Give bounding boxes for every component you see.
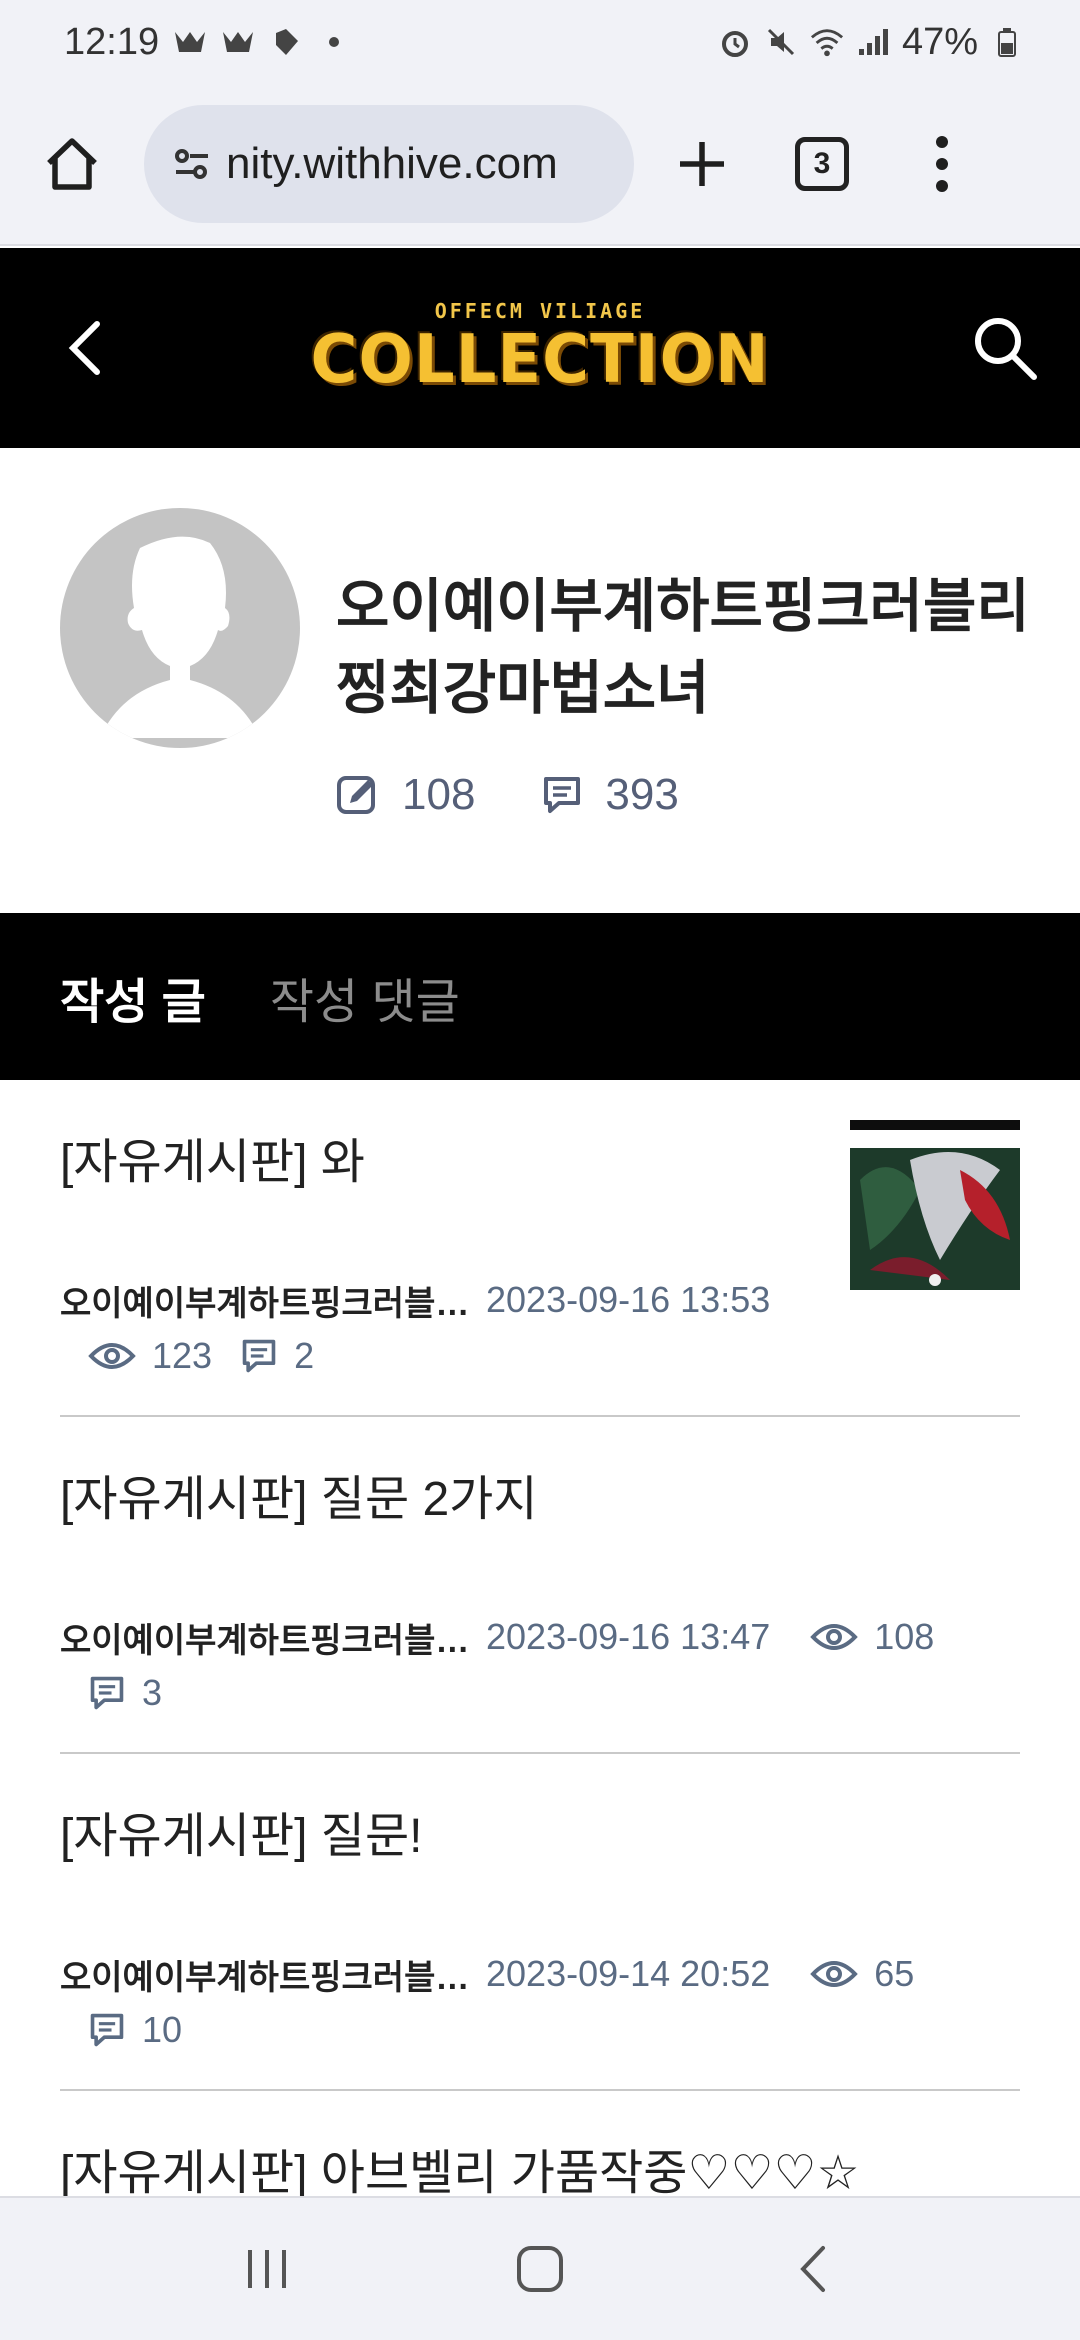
post-count-stat: 108: [336, 770, 475, 820]
comment-count-value: 3: [142, 1672, 163, 1713]
more-notifications-dot-icon: [317, 25, 351, 59]
new-tab-button[interactable]: [652, 114, 752, 214]
view-count: 123: [88, 1335, 212, 1377]
eye-icon: [88, 1343, 136, 1369]
post-title[interactable]: [자유게시판] 질문 2가지: [60, 1459, 537, 1529]
tab-written-posts[interactable]: 작성 글: [60, 962, 206, 1032]
comment-icon: [90, 2013, 124, 2047]
signal-icon: [856, 25, 890, 59]
system-nav-bar: [0, 2196, 1080, 2340]
home-button[interactable]: [22, 114, 122, 214]
comment-count-value: 2: [294, 1335, 315, 1376]
edit-icon: [337, 776, 375, 814]
wifi-icon: [810, 25, 844, 59]
comment-count: 3: [88, 1672, 162, 1714]
post-date: 2023-09-14 20:52: [486, 1953, 771, 1994]
status-bar: 12:19 47%: [0, 0, 1080, 84]
view-count-value: 108: [874, 1616, 935, 1657]
recents-icon: [247, 2250, 286, 2288]
comment-icon: [544, 777, 581, 813]
status-time: 12:19: [64, 20, 160, 63]
post-meta: 오이예이부계하트핑크러블리찡최강마법소녀 2023-09-16 13:47 10…: [60, 1609, 1020, 1721]
logo-subtitle: OFFECM VILIAGE: [434, 299, 646, 323]
post-title[interactable]: [자유게시판] 아브벨리 가품작중♡♡♡☆: [60, 2133, 860, 2196]
post-meta: 오이예이부계하트핑크러블리찡최강마법소녀 2023-09-14 20:52 65…: [60, 1946, 1020, 2058]
list-item[interactable]: [자유게시판] 질문 2가지 오이예이부계하트핑크러블리찡최강마법소녀 2023…: [60, 1417, 1020, 1754]
post-date: 2023-09-16 13:47: [486, 1616, 771, 1657]
view-count-value: 65: [874, 1953, 915, 1994]
notification-tag-icon: [269, 25, 303, 59]
user-silhouette-icon: [100, 536, 260, 738]
post-list: [자유게시판] 와 오이예이부계하트핑크러블리찡최강마법소녀 2023-09-1…: [0, 1080, 1080, 2196]
url-text[interactable]: nity.withhive.com: [226, 139, 558, 189]
home-nav-button[interactable]: [480, 2219, 600, 2319]
post-meta: 오이예이부계하트핑크러블리찡최강마법소녀 2023-09-16 13:53 12…: [60, 1272, 1020, 1384]
logo-title: COLLECTION: [310, 321, 770, 399]
comment-icon: [242, 1339, 276, 1373]
battery-percent: 47%: [901, 20, 978, 63]
app-notification-icon: [221, 25, 255, 59]
profile-section: 오이예이부계하트핑크러블리찡최강마법소녀 108 393: [0, 448, 1080, 913]
eye-icon: [810, 1624, 859, 1650]
app-notification-icon: [173, 25, 207, 59]
battery-icon: [990, 25, 1024, 59]
back-chevron-icon: [800, 2246, 826, 2292]
comment-count: 2: [240, 1335, 314, 1377]
post-title[interactable]: [자유게시판] 와: [60, 1122, 365, 1192]
view-count: 65: [810, 1953, 914, 1995]
site-settings-icon[interactable]: [172, 144, 212, 184]
comment-icon: [90, 1676, 124, 1710]
home-icon: [47, 138, 97, 190]
chevron-left-icon: [68, 321, 100, 375]
alarm-icon: [718, 25, 752, 59]
comment-count: 10: [88, 2009, 182, 2051]
post-author[interactable]: 오이예이부계하트핑크러블리찡최강마법소녀: [60, 1613, 470, 1662]
profile-stats: 108 393: [336, 770, 679, 820]
list-item[interactable]: [자유게시판] 와 오이예이부계하트핑크러블리찡최강마법소녀 2023-09-1…: [60, 1080, 1020, 1417]
mute-icon: [764, 25, 798, 59]
view-count-value: 123: [152, 1335, 213, 1376]
recent-apps-button[interactable]: [207, 2219, 327, 2319]
back-nav-button[interactable]: [753, 2219, 873, 2319]
back-button[interactable]: [50, 298, 120, 398]
browser-toolbar: nity.withhive.com 3: [0, 84, 1080, 246]
list-item[interactable]: [자유게시판] 질문! 오이예이부계하트핑크러블리찡최강마법소녀 2023-09…: [60, 1754, 1020, 2091]
tab-count: 3: [795, 137, 849, 191]
profile-tabs: 작성 글 작성 댓글: [0, 913, 1080, 1080]
site-logo[interactable]: OFFECM VILIAGE COLLECTION: [310, 283, 768, 413]
post-thumbnail[interactable]: [850, 1120, 1020, 1290]
address-bar[interactable]: nity.withhive.com: [144, 105, 634, 223]
site-header: OFFECM VILIAGE COLLECTION: [0, 248, 1080, 448]
home-square-icon: [516, 2246, 563, 2292]
list-item[interactable]: [자유게시판] 아브벨리 가품작중♡♡♡☆: [60, 2091, 1020, 2196]
comment-count-stat: 393: [541, 770, 679, 820]
tab-switcher-button[interactable]: 3: [772, 137, 872, 191]
comment-count: 393: [605, 770, 679, 819]
browser-menu-button[interactable]: [892, 114, 992, 214]
post-count: 108: [402, 770, 476, 819]
view-count: 108: [810, 1616, 934, 1658]
post-author[interactable]: 오이예이부계하트핑크러블리찡최강마법소녀: [60, 1276, 470, 1325]
avatar: [60, 508, 300, 748]
post-title[interactable]: [자유게시판] 질문!: [60, 1796, 422, 1866]
post-author[interactable]: 오이예이부계하트핑크러블리찡최강마법소녀: [60, 1950, 470, 1999]
search-button[interactable]: [960, 293, 1050, 403]
profile-name: 오이예이부계하트핑크러블리찡최강마법소녀: [336, 574, 1030, 721]
tab-written-comments[interactable]: 작성 댓글: [270, 962, 460, 1032]
more-vert-icon: [936, 136, 948, 192]
eye-icon: [810, 1961, 859, 1987]
post-date: 2023-09-16 13:53: [486, 1279, 771, 1320]
search-icon: [975, 318, 1037, 380]
comment-count-value: 10: [142, 2009, 183, 2050]
plus-icon: [680, 142, 724, 186]
